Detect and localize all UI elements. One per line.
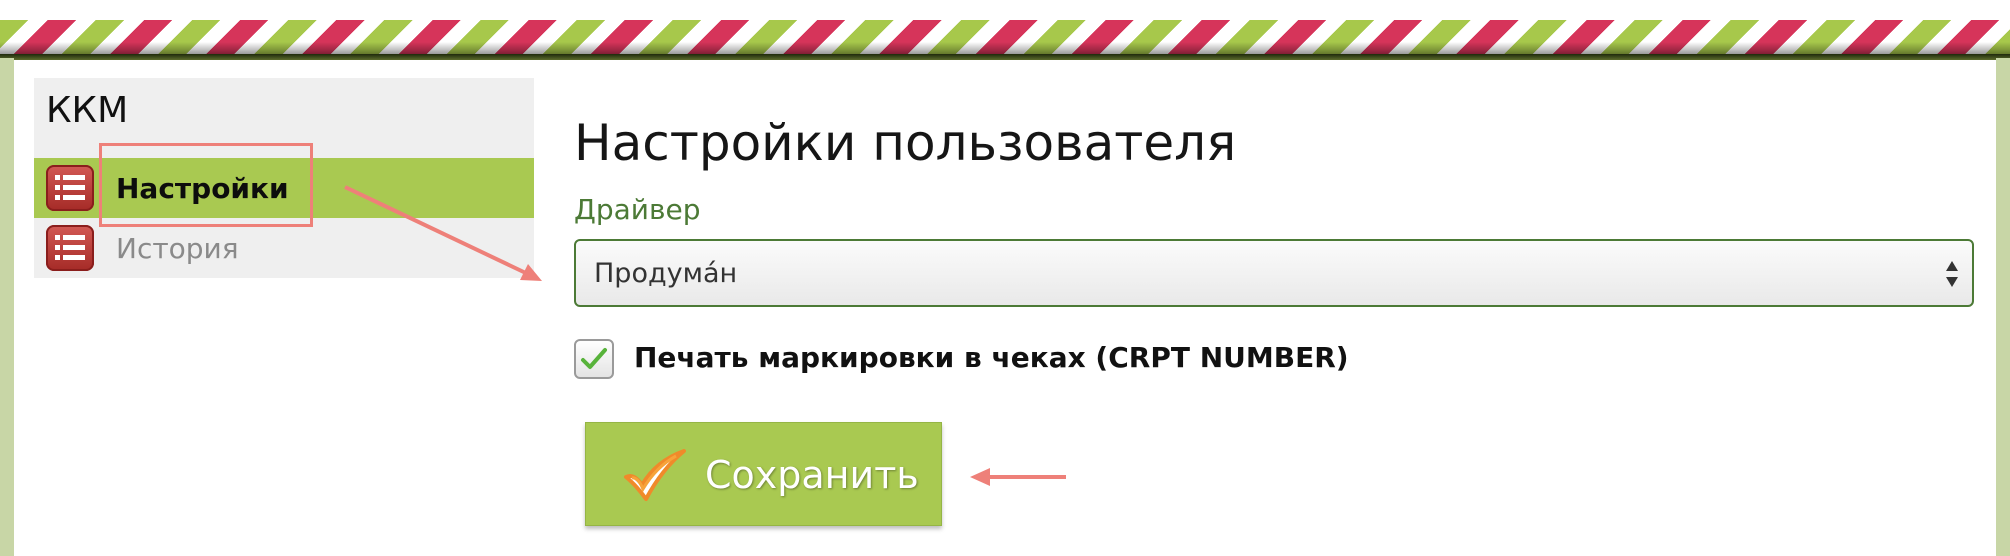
- header-stripe-band: [0, 0, 2010, 58]
- annotation-highlight-box: [99, 143, 313, 227]
- sidebar-item-history[interactable]: История: [34, 218, 534, 278]
- page-title: Настройки пользователя: [574, 114, 1237, 172]
- save-button[interactable]: Сохранить: [585, 422, 942, 526]
- driver-select-value: Продума́н: [594, 257, 738, 289]
- checkmark-icon: [581, 348, 607, 369]
- right-rail: [1996, 58, 2010, 556]
- crpt-number-label: Печать маркировки в чеках (CRPT NUMBER): [634, 341, 1349, 374]
- page: ККМ Настройки История Настройки пользова…: [0, 0, 2010, 556]
- left-rail: [0, 58, 14, 556]
- crpt-number-checkbox[interactable]: [574, 339, 614, 379]
- list-icon: [46, 165, 94, 211]
- driver-label: Драйвер: [574, 193, 701, 226]
- select-arrows-icon: [1946, 261, 1958, 287]
- annotation-arrowhead: [970, 468, 990, 486]
- list-icon: [46, 225, 94, 271]
- sidebar-title: ККМ: [46, 90, 129, 131]
- header-stripe-shadow: [0, 54, 2010, 60]
- checkmark-icon: [624, 449, 686, 501]
- driver-select[interactable]: Продума́н: [574, 239, 1974, 307]
- sidebar-item-label: История: [116, 231, 239, 265]
- save-button-label: Сохранить: [705, 453, 919, 497]
